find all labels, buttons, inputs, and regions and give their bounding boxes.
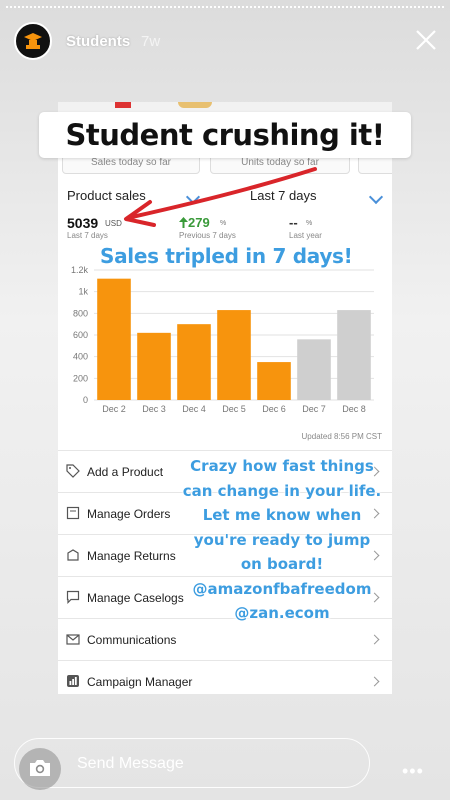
y-tick-label: 600	[73, 330, 88, 340]
story-background: Students 7w Sales today so far Units tod…	[0, 0, 450, 800]
red-arrow-annotation	[124, 167, 317, 227]
bar	[257, 362, 291, 400]
promo-caption-line: can change in your life.	[182, 481, 382, 500]
sales-period-label: Last 7 days	[67, 231, 108, 240]
more-options-icon[interactable]: •••	[402, 761, 424, 782]
messages-icon	[66, 634, 80, 645]
campaign-icon	[67, 675, 79, 687]
student-logo-icon	[24, 33, 42, 49]
story-username[interactable]: Students	[66, 33, 130, 50]
sales-tripled-caption: Sales tripled in 7 days!	[100, 244, 353, 269]
story-progress-bar	[6, 6, 444, 11]
bar	[297, 339, 331, 400]
menu-item-campaign-manager[interactable]: Campaign Manager	[58, 660, 392, 694]
menu-item-label: Communications	[87, 633, 177, 647]
y-tick-label: 400	[73, 352, 88, 362]
chevron-right-icon	[369, 634, 380, 645]
menu-item-label: Manage Caselogs	[87, 591, 184, 605]
tag-icon	[66, 464, 80, 478]
promo-caption: Crazy how fast things can change in your…	[172, 454, 392, 626]
camera-button[interactable]	[19, 748, 61, 790]
sales-bar-chart: 0 200 400 600 800 1k 1.2k Dec 2 Dec 3 Dec 4 Dec 5 D…	[71, 265, 374, 414]
updated-timestamp: Updated 8:56 PM CST	[301, 432, 382, 441]
x-tick-label: Dec 8	[342, 404, 366, 414]
y-tick-label: 800	[73, 308, 88, 318]
menu-item-label: Manage Returns	[87, 549, 176, 563]
y-tick-label: 0	[83, 395, 88, 405]
promo-caption-line: on board!	[240, 555, 324, 574]
x-tick-label: Dec 7	[302, 404, 326, 414]
send-message-input[interactable]	[14, 738, 370, 788]
chevron-right-icon	[369, 676, 380, 687]
bar	[97, 278, 131, 400]
x-tick-label: Dec 5	[222, 404, 246, 414]
headline-caption: Student crushing it!	[39, 112, 411, 158]
menu-item-label: Add a Product	[87, 465, 164, 479]
mention-link[interactable]: @zan.ecom	[172, 601, 392, 626]
y-tick-label: 1.2k	[71, 265, 89, 275]
x-tick-label: Dec 6	[262, 404, 286, 414]
x-tick-label: Dec 2	[102, 404, 126, 414]
chevron-down-icon[interactable]	[368, 189, 384, 205]
mention-link[interactable]: @amazonfbafreedom	[172, 577, 392, 602]
camera-icon	[30, 760, 50, 776]
chat-icon	[66, 590, 80, 604]
top-strip-marker	[178, 102, 212, 108]
menu-item-label: Campaign Manager	[87, 675, 193, 689]
returns-icon	[67, 549, 79, 561]
bar	[337, 310, 371, 400]
menu-item-label: Manage Orders	[87, 507, 171, 521]
orders-icon	[66, 506, 80, 520]
bar	[217, 310, 251, 400]
top-strip-marker	[115, 102, 131, 108]
y-tick-label: 1k	[78, 287, 88, 297]
promo-caption-line: Crazy how fast things	[190, 457, 374, 476]
bar	[137, 332, 171, 400]
x-tick-label: Dec 3	[142, 404, 166, 414]
avatar[interactable]	[14, 22, 52, 60]
y-tick-label: 200	[73, 373, 88, 383]
bar	[177, 324, 211, 400]
send-message-placeholder[interactable]: Send Message	[77, 755, 184, 773]
close-icon[interactable]	[414, 28, 438, 52]
sales-total: 5039	[67, 215, 99, 231]
promo-caption-line: you're ready to jump	[193, 530, 371, 549]
x-tick-label: Dec 4	[182, 404, 206, 414]
promo-caption-line: Let me know when	[202, 506, 362, 525]
story-time: 7w	[141, 33, 161, 50]
